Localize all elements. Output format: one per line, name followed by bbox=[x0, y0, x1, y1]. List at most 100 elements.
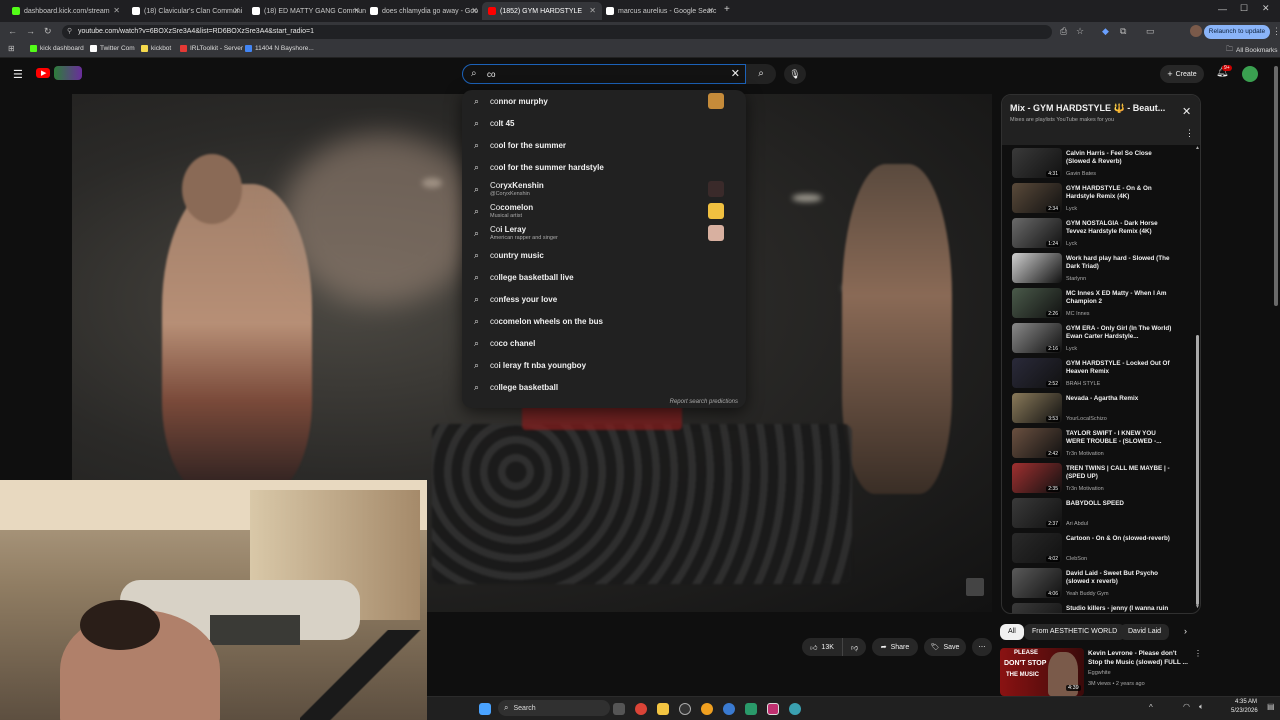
file-explorer-icon[interactable] bbox=[657, 703, 669, 715]
playlist-thumbnail[interactable]: 2:37 bbox=[1012, 498, 1062, 528]
search-submit-button[interactable]: ⌕ bbox=[746, 64, 776, 84]
playlist-item[interactable]: 2:35 TREN TWINS | CALL ME MAYBE | - (SPED… bbox=[1002, 462, 1194, 497]
search-suggestion[interactable]: ⌕ cool for the summer bbox=[462, 134, 746, 156]
page-scrollbar[interactable] bbox=[1274, 66, 1278, 306]
playlist-item[interactable]: Studio killers - jenny (I wanna ruin our… bbox=[1002, 602, 1194, 613]
chevron-up-icon[interactable]: ^ bbox=[1149, 703, 1153, 712]
like-button[interactable]: 👍︎ 13K bbox=[802, 638, 842, 656]
playlist-thumbnail[interactable]: 2:42 bbox=[1012, 428, 1062, 458]
share-button[interactable]: ➦ Share bbox=[872, 638, 918, 656]
app-icon-teal[interactable] bbox=[789, 703, 801, 715]
playlist-scrollbar[interactable] bbox=[1196, 335, 1199, 605]
search-suggestion[interactable]: ⌕ country music bbox=[462, 244, 746, 266]
spreadsheet-icon[interactable] bbox=[745, 703, 757, 715]
browser-tab[interactable]: (1852) GYM HARDSTYLE ✕ bbox=[482, 2, 602, 20]
browser-tab[interactable]: (18) ED MATTY GANG Commun ✕ bbox=[246, 2, 366, 20]
relaunch-button[interactable]: Relaunch to update bbox=[1204, 25, 1270, 39]
tab-close-icon[interactable]: ✕ bbox=[113, 6, 120, 15]
profile-avatar-icon[interactable] bbox=[1190, 25, 1202, 37]
tab-close-icon[interactable]: ✕ bbox=[233, 6, 240, 15]
playlist-item[interactable]: 4:06 David Laid - Sweet But Psycho (slowe… bbox=[1002, 567, 1194, 602]
new-tab-button[interactable]: + bbox=[724, 4, 730, 15]
report-search-predictions-link[interactable]: Report search predictions bbox=[670, 399, 738, 405]
windows-start-icon[interactable] bbox=[479, 703, 491, 715]
filter-chip[interactable]: David Laid bbox=[1120, 624, 1170, 640]
obs-icon[interactable] bbox=[679, 703, 691, 715]
bookmark-star-icon[interactable]: ☆ bbox=[1076, 26, 1084, 37]
recommended-thumbnail[interactable]: PLEASE DON'T STOP THE MUSIC 4:39 bbox=[1000, 648, 1084, 696]
playlist-thumbnail[interactable]: 2:34 bbox=[1012, 183, 1062, 213]
chips-next-icon[interactable]: › bbox=[1184, 626, 1187, 636]
playlist-thumbnail[interactable]: 2:26 bbox=[1012, 288, 1062, 318]
volume-icon[interactable]: 🔈︎ bbox=[1199, 702, 1204, 712]
close-window-icon[interactable]: ✕ bbox=[1262, 3, 1270, 14]
search-input[interactable]: ⌕ co ✕ bbox=[462, 64, 746, 84]
bookmark-item[interactable]: IRLToolkit - Server bbox=[180, 45, 243, 52]
playlist-item[interactable]: 2:37 BABYDOLL SPEED Ari Abdul bbox=[1002, 497, 1194, 532]
account-avatar[interactable] bbox=[1242, 66, 1258, 82]
search-suggestion[interactable]: ⌕ coco chanel bbox=[462, 332, 746, 354]
scroll-up-icon[interactable]: ▲ bbox=[1195, 145, 1200, 151]
tab-close-icon[interactable]: ✕ bbox=[589, 6, 596, 15]
network-icon[interactable]: ◠ bbox=[1183, 702, 1190, 711]
browser-tab[interactable]: marcus aurelius - Google Searc ✕ bbox=[600, 2, 720, 20]
maximize-icon[interactable]: ☐ bbox=[1240, 3, 1248, 14]
clear-search-icon[interactable]: ✕ bbox=[731, 67, 740, 80]
playlist-item[interactable]: 3:53 Nevada - Agartha Remix YourLocalSchiz… bbox=[1002, 392, 1194, 427]
playlist-thumbnail[interactable]: 4:02 bbox=[1012, 533, 1062, 563]
filter-chip[interactable]: From AESTHETIC WORLD bbox=[1024, 624, 1126, 640]
chrome-canary-icon[interactable] bbox=[701, 703, 713, 715]
clock-time[interactable]: 4:35 AM bbox=[1235, 699, 1257, 705]
app-icon-active[interactable] bbox=[767, 703, 779, 715]
create-button[interactable]: + Create bbox=[1160, 65, 1204, 83]
recommended-video-card[interactable]: PLEASE DON'T STOP THE MUSIC 4:39 Kevin L… bbox=[1000, 648, 1202, 696]
chrome-icon[interactable] bbox=[635, 703, 647, 715]
dislike-button[interactable]: 👎︎ bbox=[842, 638, 866, 656]
taskbar-search-box[interactable]: ⌕ Search bbox=[498, 700, 610, 716]
extension-icon[interactable]: ◆ bbox=[1102, 26, 1109, 37]
browser-tab[interactable]: (18) Clavicular's Clan Communi ✕ bbox=[126, 2, 246, 20]
scroll-down-icon[interactable]: ▼ bbox=[1195, 604, 1200, 610]
search-suggestion[interactable]: ⌕ CoryxKenshin @CoryxKenshin bbox=[462, 178, 746, 200]
search-suggestion[interactable]: ⌕ confess your love bbox=[462, 288, 746, 310]
minimize-icon[interactable]: — bbox=[1218, 4, 1227, 14]
browser-tab[interactable]: dashboard.kick.com/stream ✕ bbox=[6, 2, 126, 20]
site-info-icon[interactable]: ⚲ bbox=[67, 25, 72, 39]
forward-icon[interactable]: → bbox=[26, 26, 35, 36]
clock-date[interactable]: 5/23/2026 bbox=[1231, 708, 1258, 714]
playlist-item[interactable]: 2:42 TAYLOR SWIFT - I KNEW YOU WERE TROUB… bbox=[1002, 427, 1194, 462]
bookmark-item[interactable]: 11404 N Bayshore... bbox=[245, 45, 314, 52]
browser-tab[interactable]: does chlamydia go away - Goo ✕ bbox=[364, 2, 484, 20]
save-button[interactable]: 🏷︎ Save bbox=[924, 638, 966, 656]
playlist-thumbnail[interactable]: 2:52 bbox=[1012, 358, 1062, 388]
close-icon[interactable]: ✕ bbox=[1182, 105, 1191, 118]
playlist-item[interactable]: Work hard play hard - Slowed (The Dark T… bbox=[1002, 252, 1194, 287]
playlist-item[interactable]: 2:34 GYM HARDSTYLE - On & On Hardstyle Re… bbox=[1002, 182, 1194, 217]
playlist-item[interactable]: 2:26 MC Innes X ED Matty - When I Am Cham… bbox=[1002, 287, 1194, 322]
playlist-thumbnail[interactable]: 2:35 bbox=[1012, 463, 1062, 493]
search-suggestion[interactable]: ⌕ college basketball bbox=[462, 376, 746, 398]
youtube-doodle-logo[interactable] bbox=[54, 66, 82, 80]
playlist-thumbnail[interactable]: 4:31 bbox=[1012, 148, 1062, 178]
menu-dots-icon[interactable]: ⋮ bbox=[1272, 26, 1280, 37]
search-suggestion[interactable]: ⌕ connor murphy bbox=[462, 90, 746, 112]
playlist-thumbnail[interactable]: 2:16 bbox=[1012, 323, 1062, 353]
tab-close-icon[interactable]: ✕ bbox=[353, 6, 360, 15]
search-suggestion[interactable]: ⌕ Cocomelon Musical artist bbox=[462, 200, 746, 222]
playlist-item[interactable]: 4:31 Calvin Harris - Feel So Close (Slowe… bbox=[1002, 147, 1194, 182]
playlist-thumbnail[interactable] bbox=[1012, 603, 1062, 613]
search-suggestion[interactable]: ⌕ cocomelon wheels on the bus bbox=[462, 310, 746, 332]
playlist-thumbnail[interactable]: 1:24 bbox=[1012, 218, 1062, 248]
voice-search-button[interactable]: 🎙︎ bbox=[784, 64, 806, 84]
bookmark-item[interactable]: kickbot bbox=[141, 45, 171, 52]
playlist-thumbnail[interactable]: 4:06 bbox=[1012, 568, 1062, 598]
bookmark-item[interactable]: kick dashboard bbox=[30, 45, 84, 52]
more-options-icon[interactable]: ⋮ bbox=[1185, 128, 1194, 139]
bookmark-item[interactable]: Twitter Com bbox=[90, 45, 135, 52]
playlist-thumbnail[interactable] bbox=[1012, 253, 1062, 283]
tab-close-icon[interactable]: ✕ bbox=[471, 6, 478, 15]
apps-grid-icon[interactable]: ⊞ bbox=[8, 44, 15, 53]
app-icon-blue[interactable] bbox=[723, 703, 735, 715]
playlist-item[interactable]: 4:02 Cartoon - On & On (slowed-reverb) Cle… bbox=[1002, 532, 1194, 567]
playlist-thumbnail[interactable]: 3:53 bbox=[1012, 393, 1062, 423]
